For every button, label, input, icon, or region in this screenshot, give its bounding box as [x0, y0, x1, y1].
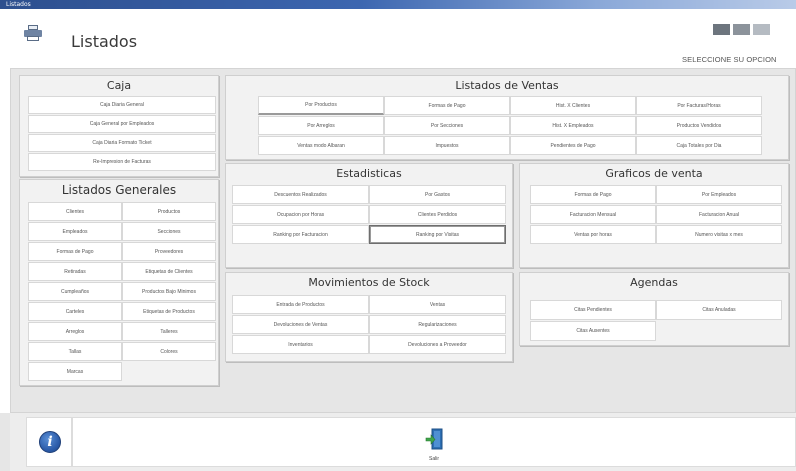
btn-productos-bajo-minimos[interactable]: Productos Bajo Minimos	[122, 282, 216, 301]
btn-graf-formas-pago[interactable]: Formas de Pago	[530, 185, 656, 204]
btn-ranking-visitas[interactable]: Ranking por Visitas	[369, 225, 506, 244]
btn-pendientes-pago[interactable]: Pendientes de Pago	[510, 136, 636, 155]
exit-panel: Salir	[72, 417, 796, 467]
minimize-button[interactable]	[713, 24, 730, 35]
btn-ranking-facturacion[interactable]: Ranking por Facturacion	[232, 225, 369, 244]
btn-caja-general-empleados[interactable]: Caja General por Empleados	[28, 115, 216, 133]
close-button[interactable]	[753, 24, 770, 35]
btn-clientes-perdidos[interactable]: Clientes Perdidos	[369, 205, 506, 224]
btn-carteles[interactable]: Carteles	[28, 302, 122, 321]
btn-ocupacion-horas[interactable]: Ocupacion por Horas	[232, 205, 369, 224]
page-title: Listados	[71, 32, 138, 51]
info-button[interactable]: i	[26, 417, 72, 467]
btn-impuestos[interactable]: Impuestos	[384, 136, 510, 155]
btn-caja-diaria-ticket[interactable]: Caja Diaria Formato Ticket	[28, 134, 216, 152]
btn-facturas-horas[interactable]: Por Facturas/Horas	[636, 96, 762, 115]
maximize-button[interactable]	[733, 24, 750, 35]
btn-stock-ventas[interactable]: Ventas	[369, 295, 506, 314]
btn-facturacion-anual[interactable]: Facturacion Anual	[656, 205, 782, 224]
btn-ventas-por-horas[interactable]: Ventas por horas	[530, 225, 656, 244]
menu-area: Caja Caja Diaria General Caja General po…	[10, 68, 796, 413]
btn-devoluciones-ventas[interactable]: Devoluciones de Ventas	[232, 315, 369, 334]
window-controls	[713, 24, 771, 35]
btn-ventas-por-productos[interactable]: Por Productos	[258, 96, 384, 115]
btn-citas-anuladas[interactable]: Citas Anuladas	[656, 300, 782, 320]
panel-title-ventas: Listados de Ventas	[455, 79, 559, 92]
panel-title-stock: Movimientos de Stock	[308, 276, 430, 289]
panel-listados-generales: Listados Generales Clientes Productos Em…	[19, 179, 219, 386]
panel-title-agendas: Agendas	[630, 276, 678, 289]
panel-listados-ventas: Listados de Ventas Por Productos Formas …	[225, 75, 789, 160]
btn-devoluciones-proveedor[interactable]: Devoluciones a Proveedor	[369, 335, 506, 354]
btn-clientes[interactable]: Clientes	[28, 202, 122, 221]
btn-secciones[interactable]: Secciones	[122, 222, 216, 241]
btn-arreglos[interactable]: Arreglos	[28, 322, 122, 341]
panel-agendas: Agendas Citas Pendientes Citas Anuladas …	[519, 272, 789, 346]
btn-caja-totales-dia[interactable]: Caja Totales por Dia	[636, 136, 762, 155]
panel-title-graficos: Graficos de venta	[605, 167, 703, 180]
btn-proveedores[interactable]: Proveedores	[122, 242, 216, 261]
btn-reimpresion-facturas[interactable]: Re-Impresion de Facturas	[28, 153, 216, 171]
panel-movimientos-stock: Movimientos de Stock Entrada de Producto…	[225, 272, 513, 362]
btn-ventas-formas-pago[interactable]: Formas de Pago	[384, 96, 510, 115]
window-caption: Listados	[6, 1, 31, 8]
btn-productos-vendidos[interactable]: Productos Vendidos	[636, 116, 762, 135]
panel-caja: Caja Caja Diaria General Caja General po…	[19, 75, 219, 177]
exit-label: Salir	[428, 456, 439, 462]
info-icon: i	[39, 431, 61, 453]
btn-ventas-modo-albaran[interactable]: Ventas modo Albaran	[258, 136, 384, 155]
btn-etiquetas-productos[interactable]: Etiquetas de Productos	[122, 302, 216, 321]
btn-tallas[interactable]: Tallas	[28, 342, 122, 361]
btn-inventarios[interactable]: Inventarios	[232, 335, 369, 354]
printer-icon	[24, 25, 42, 41]
btn-hist-clientes[interactable]: Hist. X Clientes	[510, 96, 636, 115]
title-bar: Listados	[0, 0, 796, 9]
btn-retiradas[interactable]: Retiradas	[28, 262, 122, 281]
panel-graficos-venta: Graficos de venta Formas de Pago Por Emp…	[519, 163, 789, 268]
btn-formas-pago[interactable]: Formas de Pago	[28, 242, 122, 261]
listados-window: Listados Listados SELECCIONE SU OPCION C…	[0, 0, 796, 471]
panel-title-caja: Caja	[106, 79, 132, 92]
btn-por-gastos[interactable]: Por Gastos	[369, 185, 506, 204]
btn-numero-visitas-mes[interactable]: Numero visitas x mes	[656, 225, 782, 244]
panel-title-generales: Listados Generales	[61, 183, 177, 197]
btn-cumpleanos[interactable]: Cumpleaños	[28, 282, 122, 301]
panel-estadisticas: Estadisticas Descuentos Realizados Por G…	[225, 163, 513, 268]
btn-por-arreglos[interactable]: Por Arreglos	[258, 116, 384, 135]
btn-por-secciones[interactable]: Por Secciones	[384, 116, 510, 135]
btn-productos[interactable]: Productos	[122, 202, 216, 221]
btn-descuentos-realizados[interactable]: Descuentos Realizados	[232, 185, 369, 204]
btn-caja-diaria-general[interactable]: Caja Diaria General	[28, 96, 216, 114]
btn-regularizaciones[interactable]: Regularizaciones	[369, 315, 506, 334]
btn-hist-empleados[interactable]: Hist. X Empleados	[510, 116, 636, 135]
btn-empleados[interactable]: Empleados	[28, 222, 122, 241]
header: Listados SELECCIONE SU OPCION	[0, 9, 796, 65]
btn-marcas[interactable]: Marcas	[28, 362, 122, 381]
panel-title-estadisticas: Estadisticas	[336, 167, 402, 180]
exit-door-icon[interactable]	[425, 428, 443, 450]
prompt-text: SELECCIONE SU OPCION	[682, 55, 777, 64]
btn-citas-pendientes[interactable]: Citas Pendientes	[530, 300, 656, 320]
btn-etiquetas-clientes[interactable]: Etiquetas de Clientes	[122, 262, 216, 281]
btn-entrada-productos[interactable]: Entrada de Productos	[232, 295, 369, 314]
btn-facturacion-mensual[interactable]: Facturacion Mensual	[530, 205, 656, 224]
btn-citas-ausentes[interactable]: Citas Ausentes	[530, 321, 656, 341]
btn-talleres[interactable]: Talleres	[122, 322, 216, 341]
btn-colores[interactable]: Colores	[122, 342, 216, 361]
btn-graf-empleados[interactable]: Por Empleados	[656, 185, 782, 204]
